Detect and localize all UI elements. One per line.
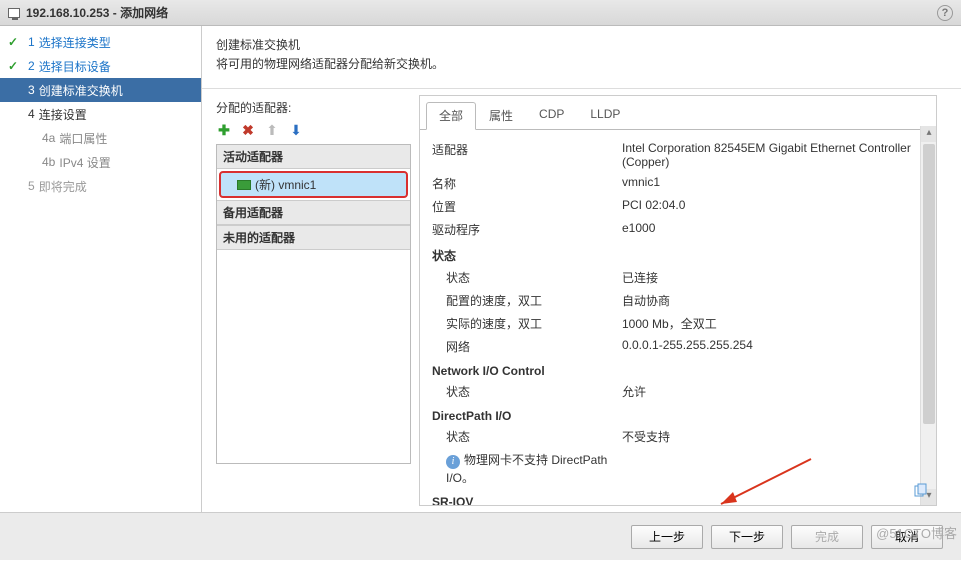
group-active[interactable]: 活动适配器 [217, 145, 410, 169]
tab-cdp[interactable]: CDP [526, 102, 577, 129]
finish-button: 完成 [791, 525, 863, 549]
scroll-thumb[interactable] [923, 144, 935, 424]
group-sriov: SR-IOV [432, 489, 924, 505]
properties-body: 适配器Intel Corporation 82545EM Gigabit Eth… [420, 130, 936, 505]
assigned-adapters-label: 分配的适配器: [216, 99, 411, 116]
step-4: ✓ 4 连接设置 [0, 102, 201, 126]
prop-label: 状态 [432, 269, 622, 286]
step-3[interactable]: ✓ 3 创建标准交换机 [0, 78, 201, 102]
prop-label: 配置的速度，双工 [432, 292, 622, 309]
prop-value: e1000 [622, 221, 924, 238]
adapter-item-vmnic1[interactable]: (新) vmnic1 [219, 171, 408, 198]
tab-lldp[interactable]: LLDP [577, 102, 633, 129]
instruct-title: 创建标准交换机 [216, 36, 947, 55]
title-bar: 192.168.10.253 - 添加网络 ? [0, 0, 961, 26]
group-nio: Network I/O Control [432, 358, 924, 380]
step-4a: 4a 端口属性 [0, 126, 201, 150]
check-icon: ✓ [8, 59, 22, 73]
prop-value: vmnic1 [622, 175, 924, 192]
prop-label: 实际的速度，双工 [432, 315, 622, 332]
monitor-icon [8, 8, 20, 18]
tab-all[interactable]: 全部 [426, 102, 476, 130]
details-tabs: 全部 属性 CDP LLDP [420, 96, 936, 130]
prop-label: 位置 [432, 198, 622, 215]
prop-value: 自动协商 [622, 292, 924, 309]
tab-props[interactable]: 属性 [476, 102, 526, 129]
prop-label: 状态 [432, 428, 622, 445]
step-5: ✓ 5 即将完成 [0, 174, 201, 198]
prop-value: 0.0.0.1-255.255.255.254 [622, 338, 924, 355]
adapter-toolbar: ✚ ✖ ⬆ ⬇ [216, 122, 411, 138]
prop-label: 状态 [432, 383, 622, 400]
vertical-scrollbar[interactable]: ▴ ▾ [920, 126, 936, 505]
group-state: 状态 [432, 241, 924, 266]
prop-label: 名称 [432, 175, 622, 192]
back-button[interactable]: 上一步 [631, 525, 703, 549]
prop-label: 网络 [432, 338, 622, 355]
adapter-list[interactable]: 活动适配器 (新) vmnic1 备用适配器 未用的适配器 [216, 144, 411, 464]
info-row: i物理网卡不支持 DirectPath I/O。 [432, 451, 622, 486]
next-button[interactable]: 下一步 [711, 525, 783, 549]
group-unused[interactable]: 未用的适配器 [217, 225, 410, 250]
help-icon[interactable]: ? [937, 5, 953, 21]
delete-icon[interactable]: ✖ [240, 122, 256, 138]
prop-value: Intel Corporation 82545EM Gigabit Ethern… [622, 141, 924, 169]
prop-label: 驱动程序 [432, 221, 622, 238]
check-icon: ✓ [8, 35, 22, 49]
copy-icon[interactable] [912, 483, 928, 499]
prop-value: 不受支持 [622, 428, 924, 445]
info-icon: i [446, 455, 460, 469]
watermark: @51CTO博客 [876, 523, 957, 542]
prop-value: PCI 02:04.0 [622, 198, 924, 215]
arrow-up-icon[interactable]: ⬆ [264, 122, 280, 138]
group-standby[interactable]: 备用适配器 [217, 200, 410, 225]
step-2[interactable]: ✓ 2 选择目标设备 [0, 54, 201, 78]
group-directpath: DirectPath I/O [432, 403, 924, 425]
nic-icon [237, 180, 251, 190]
instruct-desc: 将可用的物理网络适配器分配给新交换机。 [216, 55, 947, 74]
prop-value: 1000 Mb，全双工 [622, 315, 924, 332]
adapter-item-label: (新) vmnic1 [255, 176, 316, 193]
window-title: 192.168.10.253 - 添加网络 [26, 4, 168, 21]
wizard-footer: 上一步 下一步 完成 取消 [0, 512, 961, 560]
add-icon[interactable]: ✚ [216, 122, 232, 138]
instruction-area: 创建标准交换机 将可用的物理网络适配器分配给新交换机。 [202, 26, 961, 89]
step-1[interactable]: ✓ 1 选择连接类型 [0, 30, 201, 54]
details-pane: 全部 属性 CDP LLDP 适配器Intel Corporation 8254… [419, 95, 937, 506]
step-4b: 4b IPv4 设置 [0, 150, 201, 174]
wizard-steps-sidebar: ✓ 1 选择连接类型 ✓ 2 选择目标设备 ✓ 3 创建标准交换机 ✓ 4 连接… [0, 26, 202, 512]
arrow-down-icon[interactable]: ⬇ [288, 122, 304, 138]
prop-value: 允许 [622, 383, 924, 400]
prop-label: 适配器 [432, 141, 622, 169]
scroll-up-icon[interactable]: ▴ [921, 126, 937, 142]
prop-value: 已连接 [622, 269, 924, 286]
